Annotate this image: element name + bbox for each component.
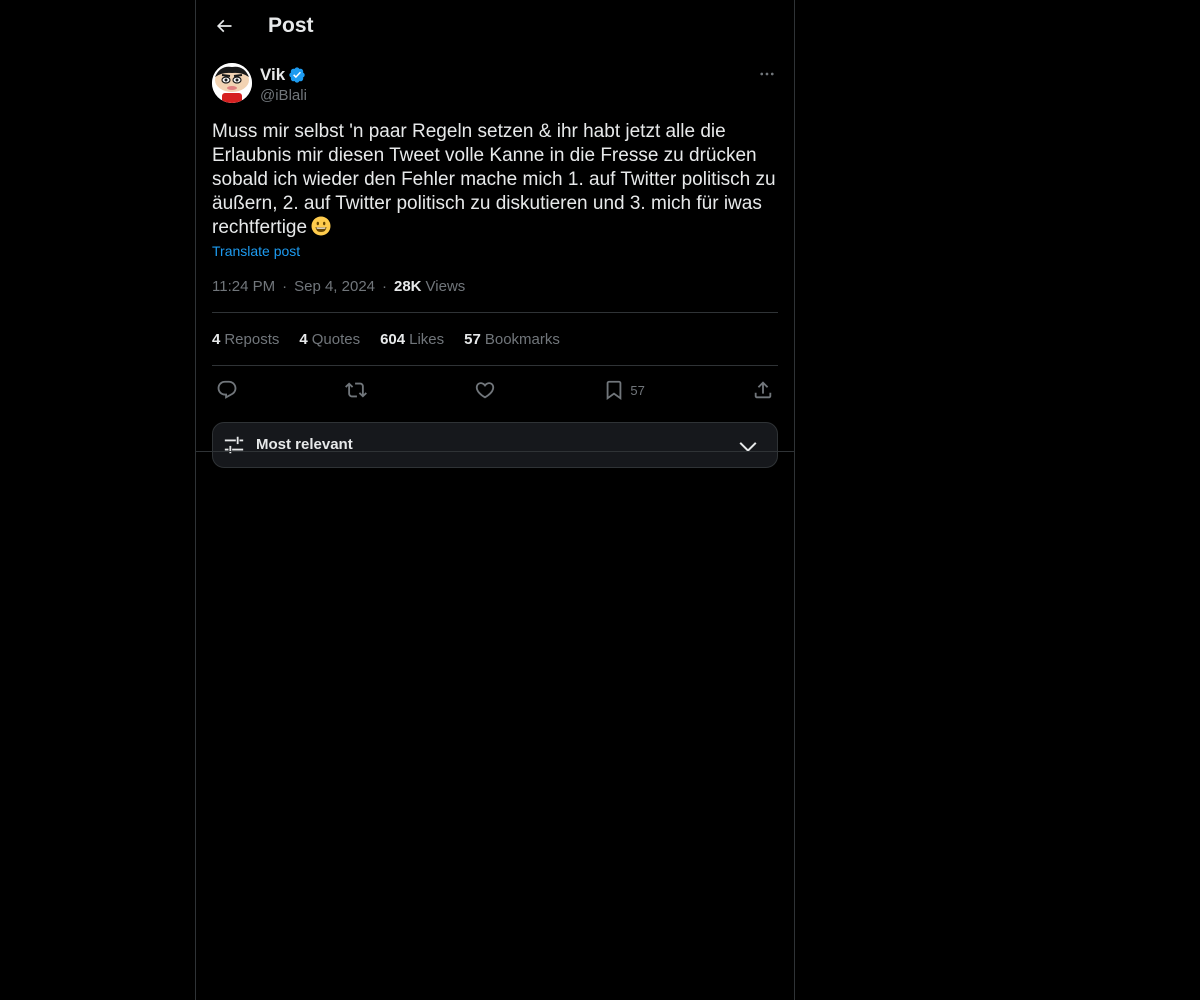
- bookmark-icon: [607, 380, 622, 401]
- cartoon-avatar: [212, 63, 252, 103]
- likes-count: 604: [380, 330, 406, 348]
- engagement-stats: 4 Reposts 4 Quotes 604 Likes 57 Bookmarks: [212, 313, 778, 365]
- sort-replies-dropdown[interactable]: Most relevant: [212, 422, 778, 468]
- views-label: Views: [425, 277, 466, 295]
- post: Vik @iBlali Muss mir selbst 'n paar Rege…: [212, 63, 778, 468]
- likes-stat[interactable]: 604 Likes: [380, 331, 444, 348]
- bookmarks-stat[interactable]: 57 Bookmarks: [464, 331, 560, 348]
- likes-label: Likes: [409, 330, 445, 348]
- post-date[interactable]: Sep 4, 2024: [294, 278, 375, 295]
- meta-separator: ·: [282, 277, 288, 295]
- section-divider: [196, 451, 794, 452]
- reply-button[interactable]: [216, 379, 238, 401]
- verified-badge-icon[interactable]: [288, 66, 306, 84]
- repost-button[interactable]: [345, 379, 368, 401]
- heart-icon: [476, 382, 495, 399]
- more-options-button[interactable]: [756, 63, 778, 85]
- repost-icon: [345, 382, 368, 398]
- translate-post-link[interactable]: Translate post: [212, 243, 300, 259]
- like-button[interactable]: [474, 379, 496, 401]
- top-bar: Post: [196, 0, 794, 53]
- bookmark-count: 57: [630, 382, 645, 398]
- reposts-count: 4: [212, 330, 221, 348]
- author-row: Vik @iBlali: [212, 63, 778, 111]
- bookmarks-count: 57: [464, 330, 481, 348]
- main-column: Post Vik @iBlali Muss mir selbst 'n paar…: [195, 0, 795, 1000]
- meta-separator: ·: [382, 277, 387, 295]
- author-name-wrap: Vik: [260, 65, 306, 85]
- share-icon: [754, 381, 772, 399]
- post-text-body: Muss mir selbst 'n paar Regeln setzen & …: [212, 121, 776, 238]
- grinning-face-emoji: [311, 216, 331, 236]
- post-time[interactable]: 11:24 PM: [212, 278, 275, 295]
- more-horizontal-icon: [760, 72, 774, 76]
- bookmark-button[interactable]: 57: [603, 379, 645, 401]
- arrow-left-icon: [216, 19, 232, 33]
- author-handle[interactable]: @iBlali: [260, 87, 307, 104]
- back-button[interactable]: [207, 9, 241, 43]
- quotes-stat[interactable]: 4 Quotes: [299, 331, 360, 348]
- action-bar: 57: [212, 366, 778, 414]
- quotes-label: Quotes: [311, 330, 361, 348]
- reposts-label: Reposts: [224, 330, 280, 348]
- share-button[interactable]: [752, 379, 774, 401]
- avatar[interactable]: [212, 63, 252, 103]
- page-title: Post: [268, 14, 314, 37]
- bookmarks-label: Bookmarks: [484, 330, 560, 348]
- reposts-stat[interactable]: 4 Reposts: [212, 331, 279, 348]
- sliders-icon: [224, 436, 244, 454]
- quotes-count: 4: [299, 330, 308, 348]
- chevron-down-icon: [739, 442, 757, 453]
- post-text: Muss mir selbst 'n paar Regeln setzen & …: [212, 120, 778, 240]
- reply-icon: [217, 380, 237, 399]
- post-meta: 11:24 PM · Sep 4, 2024 · 28K Views: [212, 276, 778, 296]
- author-name[interactable]: Vik: [260, 65, 285, 85]
- views-count: 28K: [394, 277, 422, 295]
